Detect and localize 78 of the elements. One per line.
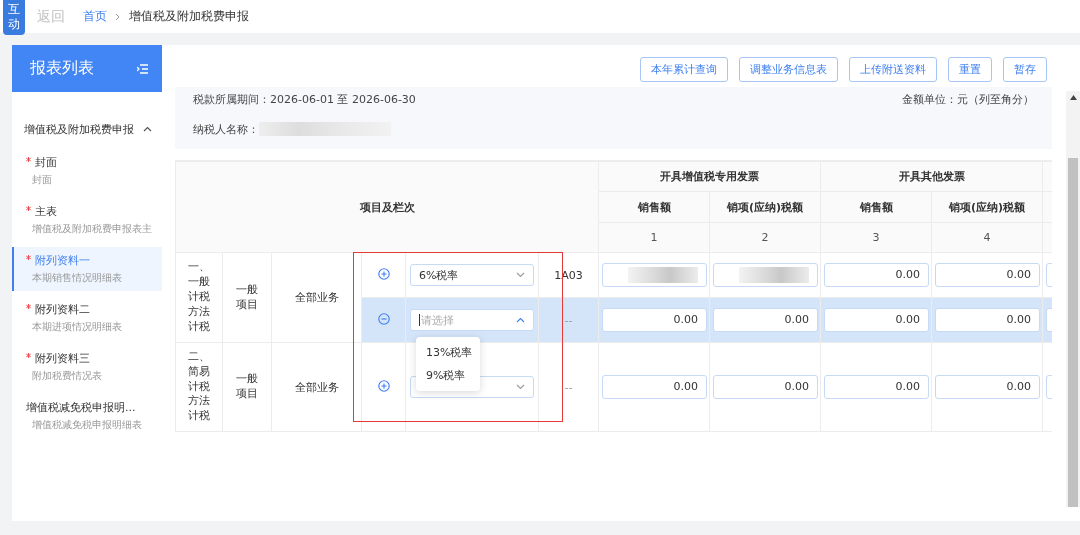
toolbar-button[interactable]: 本年累计查询 <box>640 57 728 82</box>
add-circle-icon[interactable] <box>377 379 390 392</box>
amount-field[interactable]: 0.00 <box>713 308 819 332</box>
item-subtitle: 封面 <box>31 173 53 187</box>
chevron-down-icon <box>516 384 525 390</box>
row-label: 一般项目 <box>236 282 258 313</box>
amount-field[interactable]: 0.00 <box>824 308 930 332</box>
item-subtitle: 本期销售情况明细表 <box>31 271 123 285</box>
row-label: 全部业务 <box>294 380 339 394</box>
amount-field[interactable]: 0.00 <box>602 308 708 332</box>
row-label: 一、一般计税方法计税 <box>188 260 210 335</box>
sidebar-title: 报表列表 <box>30 58 94 79</box>
chevron-right-icon <box>115 12 121 21</box>
amount-field[interactable] <box>713 263 819 287</box>
breadcrumb-item[interactable]: 首页 <box>83 8 107 25</box>
item-subtitle: 附加税费情况表 <box>31 369 103 383</box>
sidebar-item[interactable]: 附列资料二 本期进项情况明细表 <box>12 296 162 340</box>
interaction-badge[interactable]: 互动 <box>3 0 25 35</box>
amount-field[interactable]: 0.00 <box>935 308 1041 332</box>
amount-field[interactable]: 0.00 <box>824 263 930 287</box>
item-title: 附列资料二 <box>35 302 90 317</box>
chevron-down-icon <box>516 272 525 278</box>
item-title: 附列资料一 <box>35 253 90 268</box>
sidebar-item[interactable]: 封面 封面 <box>12 149 162 193</box>
blurred-value <box>628 267 699 283</box>
add-circle-icon[interactable] <box>377 267 390 280</box>
sidebar-group[interactable]: 增值税及附加税费申报 <box>12 114 162 144</box>
remove-circle-icon[interactable] <box>377 312 390 325</box>
rate-select[interactable]: 6%税率 <box>410 264 534 286</box>
row-label: 一般项目 <box>236 372 258 402</box>
amount-field[interactable]: 0.00 <box>602 375 708 399</box>
collapse-menu-icon[interactable] <box>137 63 148 74</box>
scrollbar[interactable] <box>1066 91 1080 507</box>
header-cell: 项目及栏次 <box>175 161 599 253</box>
row-code: -- <box>564 380 573 394</box>
header-cell: 销售额 <box>820 191 932 223</box>
row-code: -- <box>564 313 573 327</box>
chevron-up-icon <box>516 317 525 323</box>
item-title: 增值税减免税申报明... <box>26 400 136 415</box>
toolbar-button[interactable]: 重置 <box>948 57 992 82</box>
header-cell: 销售额 <box>598 191 710 223</box>
dropdown-option[interactable]: 9%税率 <box>416 364 480 387</box>
amount-field[interactable] <box>602 263 708 287</box>
toolbar-button[interactable]: 上传附送资料 <box>849 57 937 82</box>
column-number: 2 <box>709 222 821 253</box>
breadcrumb-item: 增值税及附加税费申报 <box>129 8 249 25</box>
sidebar-item[interactable]: 附列资料三 附加税费情况表 <box>12 345 162 389</box>
amount-field[interactable]: 0.00 <box>824 375 930 399</box>
column-number: 1 <box>598 222 710 253</box>
column-number: 3 <box>820 222 932 253</box>
scrollbar-thumb[interactable] <box>1068 158 1078 507</box>
blurred-value <box>739 267 810 283</box>
sidebar-item[interactable]: 主表 增值税及附加税费申报表主 <box>12 198 162 242</box>
item-subtitle: 增值税减免税申报明细表 <box>31 418 143 432</box>
toolbar-button[interactable]: 暂存 <box>1003 57 1047 82</box>
amount-unit: 金额单位：元（列至角分） <box>902 92 1034 108</box>
amount-field[interactable]: 0.00 <box>713 375 819 399</box>
scroll-up-icon[interactable] <box>1069 95 1077 100</box>
item-title: 封面 <box>35 155 57 170</box>
item-title: 主表 <box>35 204 57 219</box>
amount-field[interactable]: 0.00 <box>935 375 1041 399</box>
header-cell: 销项(应纳)税额 <box>931 191 1043 223</box>
column-number: 4 <box>931 222 1043 253</box>
amount-field[interactable]: 0.00 <box>935 263 1041 287</box>
period-label: 税款所属期间：2026-06-01 至 2026-06-30 <box>193 92 416 108</box>
dropdown-option[interactable]: 13%税率 <box>416 341 480 364</box>
sidebar-item[interactable]: 附列资料一 本期销售情况明细表 <box>12 247 162 291</box>
header-cell: 开具其他发票 <box>820 161 1043 192</box>
taxpayer-label: 纳税人名称： <box>193 121 259 137</box>
sidebar-item[interactable]: 增值税减免税申报明... 增值税减免税申报明细表 <box>12 394 162 438</box>
item-subtitle: 本期进项情况明细表 <box>31 320 123 334</box>
header-cell: 销项(应纳)税额 <box>709 191 821 223</box>
toolbar-button[interactable]: 调整业务信息表 <box>739 57 838 82</box>
item-subtitle: 增值税及附加税费申报表主 <box>31 222 153 236</box>
row-label: 二、简易计税方法计税 <box>188 349 210 425</box>
item-title: 附列资料三 <box>35 351 90 366</box>
header-cell: 开具增值税专用发票 <box>598 161 821 192</box>
row-label: 全部业务 <box>294 291 339 304</box>
